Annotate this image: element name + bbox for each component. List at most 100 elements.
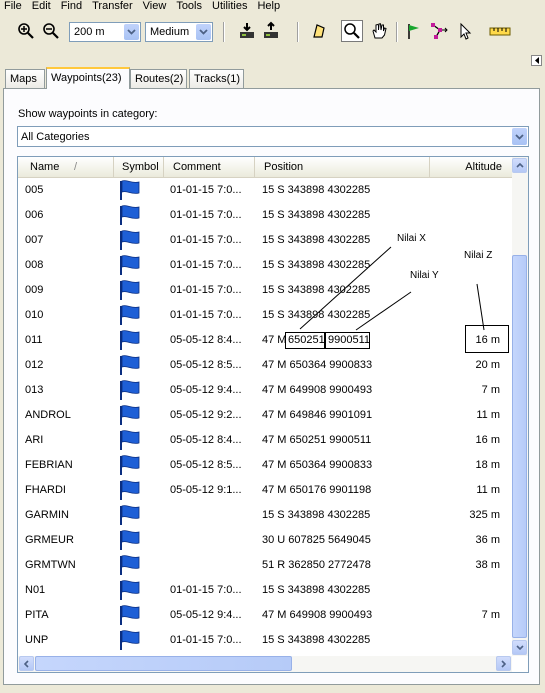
- column-header-name[interactable]: Name /: [18, 157, 114, 177]
- table-row[interactable]: N01 01-01-15 7:0... 15 S 343898 4302285: [18, 578, 512, 603]
- waypoint-name: GRMEUR: [25, 534, 74, 546]
- collapse-pane-button[interactable]: [531, 55, 542, 66]
- waypoint-comment: 05-05-12 9:4...: [170, 384, 242, 396]
- table-row[interactable]: FEBRIAN 05-05-12 8:5... 47 M 650364 990083…: [18, 453, 512, 478]
- table-row[interactable]: ARI 05-05-12 8:4... 47 M 650251 9900511 16 …: [18, 428, 512, 453]
- menu-edit[interactable]: Edit: [27, 0, 56, 14]
- scroll-right-button[interactable]: [496, 656, 511, 671]
- table-row[interactable]: 013 05-05-12 9:4... 47 M 649908 9900493 7 m: [18, 378, 512, 403]
- category-value: All Categories: [21, 131, 90, 143]
- waypoint-name: FHARDI: [25, 484, 66, 496]
- waypoint-flag-icon[interactable]: [403, 20, 425, 42]
- column-header-position[interactable]: Position: [255, 157, 430, 177]
- horizontal-scroll-thumb[interactable]: [35, 656, 292, 671]
- receive-from-device-icon[interactable]: [236, 20, 258, 42]
- table-row[interactable]: 006 01-01-15 7:0... 15 S 343898 4302285: [18, 203, 512, 228]
- waypoint-altitude: 36 m: [475, 534, 500, 546]
- waypoint-name: 005: [25, 184, 44, 196]
- waypoint-comment: 01-01-15 7:0...: [170, 634, 242, 646]
- pointer-icon[interactable]: [454, 20, 476, 42]
- category-label: Show waypoints in category:: [18, 108, 158, 120]
- measure-icon[interactable]: [488, 20, 512, 42]
- waypoint-flag-icon: [119, 505, 141, 529]
- pan-hand-icon[interactable]: [368, 20, 390, 42]
- table-row[interactable]: PITA 05-05-12 9:4... 47 M 649908 9900493 7 …: [18, 603, 512, 628]
- waypoint-flag-icon: [119, 230, 141, 254]
- waypoint-position: 47 M 650364 9900833: [262, 359, 373, 371]
- route-tool-icon[interactable]: [428, 20, 450, 42]
- menu-utilities[interactable]: Utilities: [207, 0, 252, 14]
- zoom-out-icon[interactable]: [40, 20, 62, 42]
- menu-find[interactable]: Find: [56, 0, 87, 14]
- menu-help[interactable]: Help: [252, 0, 285, 14]
- waypoint-position: 15 S 343898 4302285: [262, 284, 371, 296]
- tab-tracks[interactable]: Tracks(1): [189, 69, 244, 88]
- category-select[interactable]: All Categories: [17, 126, 529, 147]
- waypoint-altitude: [430, 203, 500, 228]
- waypoints-table: Name / Symbol Comment Position Altitude 0…: [17, 156, 529, 673]
- waypoint-comment: 01-01-15 7:0...: [170, 259, 242, 271]
- waypoint-name: 009: [25, 284, 44, 296]
- table-row[interactable]: 005 01-01-15 7:0... 15 S 343898 4302285: [18, 178, 512, 203]
- waypoint-flag-icon: [119, 430, 141, 454]
- table-row[interactable]: FHARDI 05-05-12 9:1... 47 M 650176 9901198…: [18, 478, 512, 503]
- chevron-down-icon: [512, 128, 527, 145]
- waypoint-name: 013: [25, 384, 44, 396]
- waypoint-comment: 05-05-12 8:5...: [170, 359, 242, 371]
- map-detail-select[interactable]: Medium: [145, 22, 213, 42]
- send-to-device-icon[interactable]: [260, 20, 282, 42]
- waypoint-position: 51 R 362850 2772478: [262, 559, 371, 571]
- waypoint-position: 15 S 343898 4302285: [262, 584, 371, 596]
- waypoint-comment: 05-05-12 9:4...: [170, 609, 242, 621]
- tab-routes[interactable]: Routes(2): [130, 69, 187, 88]
- table-row[interactable]: GRMEUR 30 U 607825 5649045 36 m: [18, 528, 512, 553]
- menu-tools[interactable]: Tools: [171, 0, 207, 14]
- waypoint-name: PITA: [25, 609, 49, 621]
- scroll-thumb[interactable]: [512, 255, 527, 638]
- scroll-up-button[interactable]: [512, 158, 527, 173]
- waypoint-altitude: 325 m: [469, 509, 500, 521]
- waypoint-position: 15 S 343898 4302285: [262, 184, 371, 196]
- waypoint-flag-icon: [119, 630, 141, 654]
- tab-waypoints[interactable]: Waypoints(23): [46, 67, 130, 89]
- tab-maps[interactable]: Maps: [5, 69, 45, 88]
- table-row[interactable]: 009 01-01-15 7:0... 15 S 343898 4302285: [18, 278, 512, 303]
- horizontal-scrollbar[interactable]: [18, 656, 512, 672]
- menu-view[interactable]: View: [138, 0, 172, 14]
- table-row[interactable]: GARMIN 15 S 343898 4302285 325 m: [18, 503, 512, 528]
- table-row[interactable]: 010 01-01-15 7:0... 15 S 343898 4302285: [18, 303, 512, 328]
- waypoint-comment: 05-05-12 8:4...: [170, 334, 242, 346]
- scroll-left-button[interactable]: [19, 656, 34, 671]
- table-row[interactable]: ANDROL 05-05-12 9:2... 47 M 649846 9901091…: [18, 403, 512, 428]
- scroll-down-button[interactable]: [512, 640, 527, 655]
- column-header-name-label: Name: [30, 161, 60, 173]
- waypoint-position-easting: 650251: [288, 334, 324, 346]
- table-row[interactable]: 011 05-05-12 8:4... 47 M 650251 9900511 16 m: [18, 325, 512, 353]
- table-row[interactable]: 012 05-05-12 8:5... 47 M 650364 9900833 20 …: [18, 353, 512, 378]
- waypoint-altitude: [430, 628, 500, 653]
- zoom-level-value: 200 m: [74, 26, 105, 38]
- zoom-level-select[interactable]: 200 m: [69, 22, 141, 42]
- table-header: Name / Symbol Comment Position Altitude: [18, 157, 512, 178]
- zoom-in-icon[interactable]: [15, 20, 37, 42]
- waypoint-altitude: 20 m: [475, 359, 500, 371]
- menu-file[interactable]: File: [0, 0, 27, 14]
- waypoint-comment: [170, 528, 254, 553]
- table-row[interactable]: 007 01-01-15 7:0... 15 S 343898 4302285: [18, 228, 512, 253]
- vertical-scrollbar[interactable]: [512, 157, 528, 656]
- annotation-z-label: Nilai Z: [464, 250, 493, 261]
- sort-indicator-icon: /: [74, 161, 78, 173]
- menu-bar: File Edit Find Transfer View Tools Utili…: [0, 0, 545, 14]
- waypoint-comment: 01-01-15 7:0...: [170, 584, 242, 596]
- menu-transfer[interactable]: Transfer: [87, 0, 138, 14]
- selection-tool-icon[interactable]: [308, 20, 330, 42]
- table-row[interactable]: GRMTWN 51 R 362850 2772478 38 m: [18, 553, 512, 578]
- waypoint-position: 30 U 607825 5649045: [262, 534, 371, 546]
- zoom-tool-icon[interactable]: [341, 20, 363, 42]
- column-header-symbol[interactable]: Symbol: [114, 157, 164, 177]
- column-header-comment[interactable]: Comment: [164, 157, 255, 177]
- waypoint-flag-icon: [119, 355, 141, 379]
- waypoint-name: GARMIN: [25, 509, 69, 521]
- table-row[interactable]: UNP 01-01-15 7:0... 15 S 343898 4302285: [18, 628, 512, 653]
- column-header-altitude[interactable]: Altitude: [430, 157, 512, 177]
